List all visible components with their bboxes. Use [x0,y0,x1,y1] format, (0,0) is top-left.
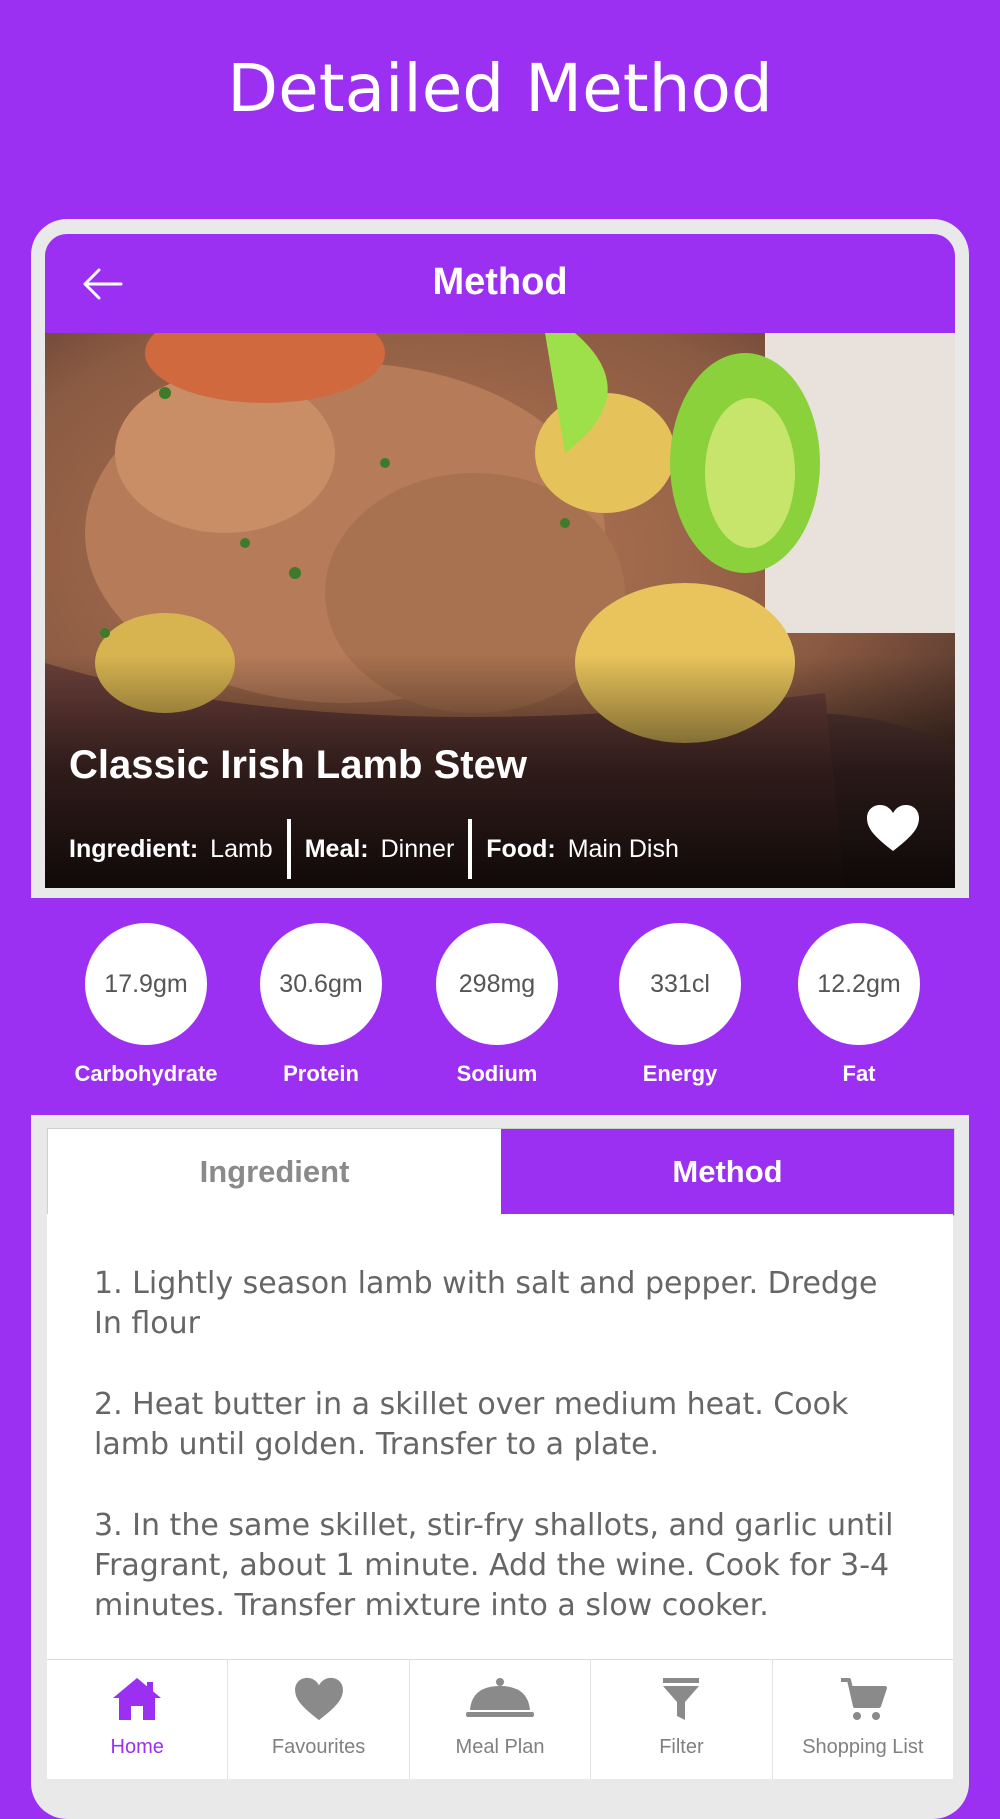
nutrition-label: Carbohydrate [74,1061,218,1086]
nutrition-value: 30.6gm [260,923,382,1045]
nav-shopping-list[interactable]: Shopping List [773,1660,953,1779]
filter-icon [661,1674,701,1724]
nutrition-value: 12.2gm [798,923,920,1045]
meta-meal-key: Meal: [304,834,369,863]
nav-label: Shopping List [802,1736,924,1758]
nutrition-label: Protein [283,1061,359,1086]
nav-home[interactable]: Home [47,1660,229,1779]
nutrition-item-protein: 30.6gm Protein [241,923,401,1087]
hero-gradient [45,333,955,888]
recipe-tabs: Ingredient Method [47,1128,955,1216]
home-icon [111,1674,163,1724]
nutrition-item-carbohydrate: 17.9gm Carbohydrate [66,923,226,1087]
nav-label: Filter [659,1736,704,1758]
nav-label: Meal Plan [455,1736,545,1758]
heart-icon [292,1674,346,1724]
nav-label: Home [110,1736,164,1758]
nutrition-value: 298mg [436,923,558,1045]
meta-ingredient-key: Ingredient: [69,834,199,863]
app-top-bar: Method [45,234,955,333]
tab-ingredient[interactable]: Ingredient [48,1129,501,1215]
method-step: 2. Heat butter in a skillet over medium … [94,1387,849,1462]
nav-filter[interactable]: Filter [591,1660,773,1779]
tab-method[interactable]: Method [501,1129,954,1215]
meta-divider [286,819,291,879]
nav-meal-plan[interactable]: Meal Plan [410,1660,592,1779]
page-title: Detailed Method [227,50,773,127]
recipe-title: Classic Irish Lamb Stew [69,743,527,787]
cloche-icon [464,1674,536,1724]
meta-food-key: Food: [486,834,556,863]
meta-meal-value: Dinner [380,834,455,863]
nutrition-value: 331cl [619,923,741,1045]
nutrition-label: Sodium [456,1061,538,1086]
meta-food-value: Main Dish [567,834,679,863]
nav-label: Favourites [271,1736,366,1758]
top-bar-title: Method [432,261,568,303]
method-step: 3. In the same skillet, stir-fry shallot… [94,1508,894,1623]
method-steps: 1. Lightly season lamb with salt and pep… [47,1214,953,1659]
recipe-meta: Ingredient: Lamb Meal: Dinner Food: Main… [69,819,679,879]
cart-icon [839,1674,887,1724]
nutrition-label: Fat [842,1061,876,1086]
bottom-navigation: Home Favourites Meal Plan Filter Shoppin… [47,1659,953,1779]
favourite-heart-icon[interactable] [865,803,921,853]
meta-ingredient-value: Lamb [210,834,273,863]
nutrition-item-fat: 12.2gm Fat [779,923,939,1087]
nutrition-label: Energy [642,1061,718,1086]
nutrition-item-sodium: 298mg Sodium [417,923,577,1087]
nutrition-value: 17.9gm [85,923,207,1045]
nutrition-item-energy: 331cl Energy [600,923,760,1087]
meta-divider [468,819,473,879]
method-step: 1. Lightly season lamb with salt and pep… [94,1266,878,1341]
recipe-hero-image: Classic Irish Lamb Stew Ingredient: Lamb… [45,333,955,888]
nav-favourites[interactable]: Favourites [228,1660,410,1779]
nutrition-panel: 17.9gm Carbohydrate 30.6gm Protein 298mg… [0,898,1000,1115]
